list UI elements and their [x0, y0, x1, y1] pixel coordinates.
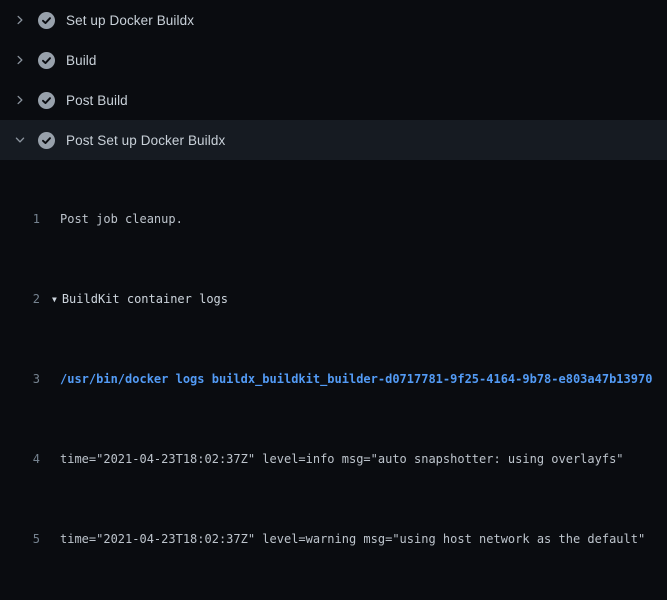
log-line: 5 time="2021-04-23T18:02:37Z" level=warn…: [0, 529, 667, 549]
check-circle-icon: [38, 132, 55, 149]
step-row-set-up-docker-buildx[interactable]: Set up Docker Buildx: [0, 0, 667, 40]
step-row-post-build[interactable]: Post Build: [0, 80, 667, 120]
step-label: Post Build: [66, 93, 128, 108]
line-number[interactable]: 2: [0, 289, 40, 309]
check-circle-icon: [38, 52, 55, 69]
chevron-down-icon: [14, 134, 26, 146]
step-row-build[interactable]: Build: [0, 40, 667, 80]
chevron-right-icon: [14, 54, 26, 66]
step-row-post-set-up-docker-buildx[interactable]: Post Set up Docker Buildx: [0, 120, 667, 160]
log-command-line: 3 /usr/bin/docker logs buildx_buildkit_b…: [0, 369, 667, 389]
line-content: /usr/bin/docker logs buildx_buildkit_bui…: [60, 372, 652, 386]
chevron-right-icon: [14, 94, 26, 106]
line-text: time="2021-04-23T18:02:37Z" level=warnin…: [60, 529, 645, 549]
step-label: Post Set up Docker Buildx: [66, 133, 225, 148]
check-circle-icon: [38, 92, 55, 109]
log-group-header[interactable]: 2 ▼ BuildKit container logs: [0, 289, 667, 309]
steps-list: Set up Docker Buildx Build Post Build Po…: [0, 0, 667, 160]
line-content: time="2021-04-23T18:02:37Z" level=info m…: [60, 452, 624, 466]
check-circle-icon: [38, 12, 55, 29]
line-text: time="2021-04-23T18:02:37Z" level=info m…: [60, 449, 624, 469]
line-text: Post job cleanup.: [60, 209, 183, 229]
line-text: /usr/bin/docker logs buildx_buildkit_bui…: [60, 369, 652, 389]
step-label: Build: [66, 53, 97, 68]
line-number[interactable]: 3: [0, 369, 40, 389]
log-line: 1 Post job cleanup.: [0, 209, 667, 229]
line-number[interactable]: 5: [0, 529, 40, 549]
log-viewer: 1 Post job cleanup. 2 ▼ BuildKit containe…: [0, 160, 667, 600]
line-content: time="2021-04-23T18:02:37Z" level=warnin…: [60, 532, 645, 546]
chevron-right-icon: [14, 14, 26, 26]
triangle-down-icon: ▼: [52, 295, 57, 304]
line-number[interactable]: 4: [0, 449, 40, 469]
line-content: Post job cleanup.: [60, 212, 183, 226]
log-line: 4 time="2021-04-23T18:02:37Z" level=info…: [0, 449, 667, 469]
line-number[interactable]: 1: [0, 209, 40, 229]
line-text: ▼ BuildKit container logs: [52, 289, 228, 309]
step-label: Set up Docker Buildx: [66, 13, 194, 28]
line-content: BuildKit container logs: [62, 292, 228, 306]
